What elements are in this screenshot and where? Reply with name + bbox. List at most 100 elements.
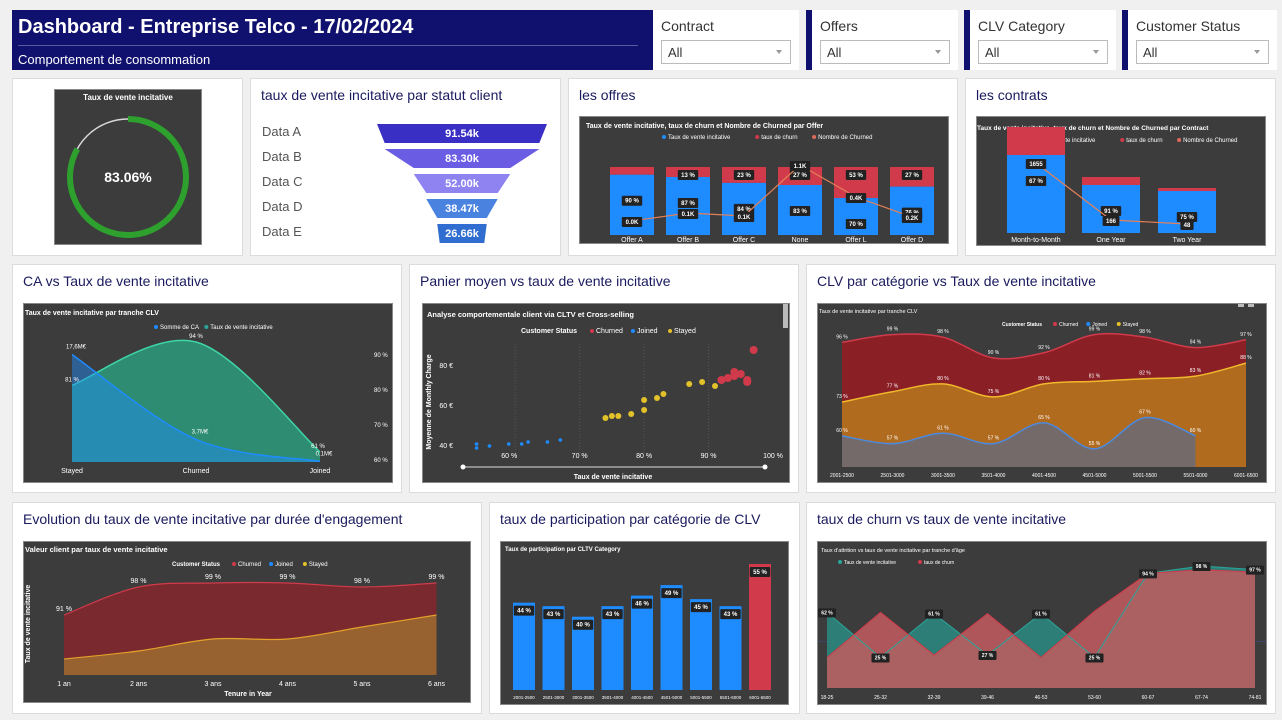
clv-churned-label: 99 % (887, 327, 899, 333)
participation-chart: Taux de participation par CLTV Category 4… (505, 547, 771, 700)
offers-churned-label: 0.0K (626, 220, 639, 226)
churn-category-label: 32-39 (928, 695, 941, 701)
gauge-value: 83.06% (104, 169, 152, 185)
offers-category-label: Offer A (621, 237, 643, 243)
panier-x-tick: 100 % (763, 453, 783, 460)
legend-marker (1177, 138, 1182, 142)
contracts-panel: Taux de vente incitative, taux de churn … (976, 116, 1266, 246)
funnel-value-label: 83.30k (445, 153, 480, 165)
page-subtitle: Comportement de consommation (18, 52, 211, 67)
legend-marker (269, 562, 274, 566)
chevron-down-icon (935, 50, 941, 54)
offers-churn-label: 23 % (737, 173, 751, 179)
legend-marker (154, 325, 158, 329)
panier-x-tick: 90 % (701, 453, 717, 460)
gauge-title: Taux de vente incitative (83, 93, 173, 102)
panier-y-tick: 80 € (439, 363, 453, 370)
clv-category-label: 5501-6000 (1184, 473, 1208, 479)
ca-y2-tick: 80 % (374, 388, 388, 394)
clv-panel: Taux de vente incitative par tranche CLV… (817, 303, 1267, 483)
header-divider (18, 45, 638, 46)
offers-churn-label: 27 % (905, 173, 919, 179)
offers-churned-label: 0.2K (906, 216, 919, 222)
clv-joined-label: 55 % (1089, 441, 1101, 447)
funnel-value-label: 52.00k (445, 178, 480, 190)
clv-stayed-label: 77 % (887, 384, 899, 390)
tenure-category-label: 6 ans (428, 681, 446, 688)
offers-churn-label: 53 % (849, 173, 863, 179)
churn-upsell-label: 25 % (875, 656, 887, 662)
filter-contract: Contract All (647, 10, 799, 70)
participation-value-label: 49 % (665, 591, 679, 597)
clv-churned-label: 92 % (1038, 345, 1050, 351)
offers-category-label: Offer B (677, 237, 699, 243)
offers-churned-label: 0.4K (850, 196, 863, 202)
legend-marker (232, 562, 236, 566)
filter-status-select[interactable]: All (1136, 40, 1269, 64)
funnel-value-label: 26.66k (445, 228, 480, 240)
panier-x-tick: 80 % (636, 453, 652, 460)
churn-upsell-label: 25 % (1089, 656, 1101, 662)
tenure-category-label: 4 ans (279, 681, 297, 688)
funnel-card: taux de vente incitative par statut clie… (250, 78, 561, 256)
contracts-card: les contrats Taux de vente incitative, t… (965, 78, 1276, 256)
ca-title: CA vs Taux de vente incitative (23, 273, 209, 289)
clv-category-label: 6001-6500 (1234, 473, 1258, 479)
clv-joined-label: 65 % (1038, 415, 1050, 421)
panier-point (743, 376, 752, 384)
filter-clv-category: CLV Category All (964, 10, 1116, 70)
legend-marker (812, 135, 817, 139)
panier-point (608, 413, 615, 419)
ca-y2-tick: 90 % (374, 353, 388, 359)
chevron-down-icon (776, 50, 782, 54)
panier-point (712, 383, 718, 389)
participation-title: taux de participation par catégorie de C… (500, 511, 761, 527)
churn-upsell-label: 61 % (1035, 612, 1047, 618)
funnel-category-label: Data E (262, 224, 302, 239)
legend-entry: Taux de vente incitative (668, 135, 731, 141)
clv-category-label: 4501-5000 (1083, 473, 1107, 479)
offers-churned-label: 0.1K (738, 215, 751, 221)
churn-upsell-label: 97 % (1249, 568, 1261, 574)
tenure-churned-label: 99 % (205, 574, 221, 581)
panier-point (749, 346, 758, 354)
churn-category-label: 39-46 (981, 695, 994, 701)
panier-point (519, 442, 524, 446)
panier-point (686, 381, 693, 387)
panier-point (602, 415, 609, 421)
filter-clv-select[interactable]: All (978, 40, 1108, 64)
chevron-down-icon (1093, 50, 1099, 54)
tenure-churned-label: 99 % (280, 574, 296, 581)
legend-marker (755, 135, 760, 139)
ca-chart: Taux de vente incitative par tranche CLV… (25, 310, 388, 475)
panier-inner-title: Analyse comportementale client via CLTV … (427, 310, 634, 319)
clv-category-label: 4001-4500 (1032, 473, 1056, 479)
participation-bar (690, 599, 712, 690)
legend-entry: Churned (596, 328, 623, 335)
panier-x-label: Taux de vente incitative (574, 474, 653, 481)
clv-churned-label: 97 % (1240, 332, 1252, 338)
filter-contract-select[interactable]: All (661, 40, 791, 64)
clv-joined-label: 57 % (887, 436, 899, 442)
filter-offers-select[interactable]: All (820, 40, 950, 64)
ca-category-label: Churned (183, 468, 210, 475)
tenure-inner-title: Valeur client par taux de vente incitati… (25, 545, 168, 554)
clv-joined-label: 57 % (988, 436, 1000, 442)
legend-entry: Taux de vente incitative (844, 560, 896, 566)
offers-churn-label: 13 % (681, 173, 695, 179)
filter-offers: Offers All (806, 10, 958, 70)
churn-upsell-label: 27 % (982, 653, 994, 659)
legend-marker (302, 562, 307, 566)
contracts-category-label: One Year (1096, 237, 1126, 244)
offers-churned-label: 1.1K (794, 164, 807, 170)
participation-inner-title: Taux de participation par CLTV Category (505, 547, 621, 553)
offers-category-label: Offer L (845, 237, 866, 243)
legend-entry: Joined (275, 562, 293, 568)
panier-scrollbar (783, 304, 788, 328)
legend-title: Customer Status (1002, 322, 1042, 328)
legend-marker (204, 325, 209, 329)
clv-toolbar (1248, 304, 1254, 307)
offers-chart: Taux de vente incitative, taux de churn … (586, 123, 934, 244)
clv-category-label: 5001-5500 (1133, 473, 1157, 479)
participation-value-label: 45 % (694, 605, 708, 611)
